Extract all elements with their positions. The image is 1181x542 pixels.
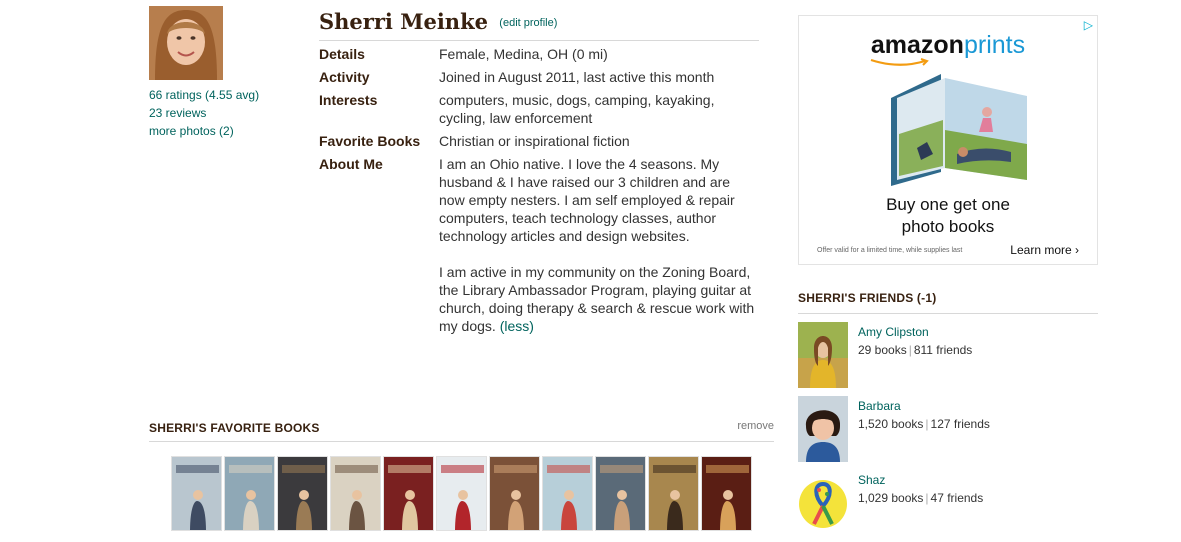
info-label: Details xyxy=(319,46,365,62)
book-cover-art xyxy=(649,457,698,530)
profile-info: Details Female, Medina, OH (0 mi) Activi… xyxy=(319,45,769,340)
ad-headline-line: Buy one get one xyxy=(886,195,1010,214)
friend-name[interactable]: Barbara xyxy=(858,397,990,415)
friend-avatar[interactable] xyxy=(798,396,848,462)
friends-divider xyxy=(798,313,1098,314)
header-divider xyxy=(319,40,759,41)
logo-prints: prints xyxy=(963,31,1026,59)
book-cover[interactable] xyxy=(171,456,222,531)
friend-info: Shaz 1,029 books | 47 friends xyxy=(858,471,983,536)
friend-item: Amy Clipston 29 books | 811 friends xyxy=(798,322,972,388)
book-cover-art xyxy=(278,457,327,530)
less-link[interactable]: (less) xyxy=(500,318,534,334)
book-cover[interactable] xyxy=(277,456,328,531)
about-paragraph-text: I am active in my community on the Zonin… xyxy=(439,264,755,334)
more-photos-link[interactable]: more photos (2) xyxy=(149,122,259,140)
ad-headline-line: photo books xyxy=(901,217,995,236)
ad-fine-print: Offer valid for a limited time, while su… xyxy=(817,247,963,254)
amazon-prints-logo: amazonprints xyxy=(799,31,1097,60)
info-value: Female, Medina, OH (0 mi) xyxy=(439,46,608,62)
separator: | xyxy=(925,491,929,505)
amazon-prints-ad[interactable]: ▷ amazonprints Buy one get one photo boo… xyxy=(798,15,1098,265)
friend-item: Barbara 1,520 books | 127 friends xyxy=(798,396,990,462)
info-value: computers, music, dogs, camping, kayakin… xyxy=(439,92,715,126)
remove-link[interactable]: remove xyxy=(737,420,774,432)
friend-stats: 1,520 books | 127 friends xyxy=(858,415,990,433)
friend-info: Barbara 1,520 books | 127 friends xyxy=(858,397,990,462)
about-paragraph: I am an Ohio native. I love the 4 season… xyxy=(439,156,735,244)
edit-profile-link[interactable]: (edit profile) xyxy=(499,17,557,29)
profile-avatar[interactable] xyxy=(149,6,223,80)
separator: | xyxy=(908,343,912,357)
book-cover-art xyxy=(543,457,592,530)
ratings-link[interactable]: 66 ratings (4.55 avg) xyxy=(149,86,259,104)
info-label: About Me xyxy=(319,156,383,172)
reviews-link[interactable]: 23 reviews xyxy=(149,104,259,122)
book-cover[interactable] xyxy=(701,456,752,531)
favorite-books-list xyxy=(171,456,752,531)
info-row-interests: Interests computers, music, dogs, campin… xyxy=(319,91,769,127)
amazon-smile-icon xyxy=(870,58,929,66)
book-cover-art xyxy=(596,457,645,530)
info-row-activity: Activity Joined in August 2011, last act… xyxy=(319,68,769,86)
friend-friends-count[interactable]: 47 friends xyxy=(931,491,984,505)
friend-stats: 29 books | 811 friends xyxy=(858,341,972,359)
separator: | xyxy=(925,417,929,431)
info-row-favorite-books: Favorite Books Christian or inspirationa… xyxy=(319,132,769,150)
book-cover[interactable] xyxy=(595,456,646,531)
info-value: Joined in August 2011, last active this … xyxy=(439,69,715,85)
info-label: Favorite Books xyxy=(319,133,421,149)
profile-name: Sherri Meinke xyxy=(319,9,488,34)
info-label: Activity xyxy=(319,69,370,85)
favorite-books-title: SHERRI'S FAVORITE BOOKS xyxy=(149,421,320,435)
ad-headline: Buy one get one photo books xyxy=(799,194,1097,238)
book-cover-art xyxy=(437,457,486,530)
info-value: Christian or inspirational fiction xyxy=(439,133,630,149)
ad-choices-icon[interactable]: ▷ xyxy=(1084,18,1093,32)
book-cover-art xyxy=(172,457,221,530)
about-paragraph: I am active in my community on the Zonin… xyxy=(439,263,759,335)
info-row-details: Details Female, Medina, OH (0 mi) xyxy=(319,45,769,63)
profile-stats-links: 66 ratings (4.55 avg) 23 reviews more ph… xyxy=(149,86,259,140)
book-cover[interactable] xyxy=(542,456,593,531)
book-cover-art xyxy=(384,457,433,530)
friend-stats: 1,029 books | 47 friends xyxy=(858,489,983,507)
friend-friends-count[interactable]: 127 friends xyxy=(931,417,990,431)
book-cover[interactable] xyxy=(224,456,275,531)
book-cover[interactable] xyxy=(436,456,487,531)
info-label: Interests xyxy=(319,92,378,108)
friend-avatar[interactable] xyxy=(798,322,848,388)
friend-friends-count[interactable]: 811 friends xyxy=(914,343,972,357)
friends-title[interactable]: SHERRI'S FRIENDS (-1) xyxy=(798,291,936,305)
friend-item: Shaz 1,029 books | 47 friends xyxy=(798,470,983,536)
logo-amazon: amazon xyxy=(870,31,964,59)
friend-books-count[interactable]: 29 books xyxy=(858,343,907,357)
learn-more-link[interactable]: Learn more › xyxy=(1010,243,1079,257)
book-cover-art xyxy=(490,457,539,530)
book-cover-art xyxy=(331,457,380,530)
about-me-text: I am an Ohio native. I love the 4 season… xyxy=(439,155,759,335)
friend-name[interactable]: Shaz xyxy=(858,471,983,489)
info-row-about-me: About Me I am an Ohio native. I love the… xyxy=(319,155,769,335)
photo-book-image xyxy=(891,74,1027,186)
friend-books-count[interactable]: 1,520 books xyxy=(858,417,923,431)
friend-books-count[interactable]: 1,029 books xyxy=(858,491,923,505)
friend-avatar[interactable] xyxy=(798,470,848,536)
book-cover-art xyxy=(702,457,751,530)
book-cover[interactable] xyxy=(489,456,540,531)
friend-info: Amy Clipston 29 books | 811 friends xyxy=(858,323,972,388)
book-cover[interactable] xyxy=(330,456,381,531)
book-cover-art xyxy=(225,457,274,530)
book-cover[interactable] xyxy=(648,456,699,531)
profile-title: Sherri Meinke (edit profile) xyxy=(319,9,557,34)
favorite-books-header: SHERRI'S FAVORITE BOOKS remove xyxy=(149,420,774,442)
friend-name[interactable]: Amy Clipston xyxy=(858,323,972,341)
book-cover[interactable] xyxy=(383,456,434,531)
